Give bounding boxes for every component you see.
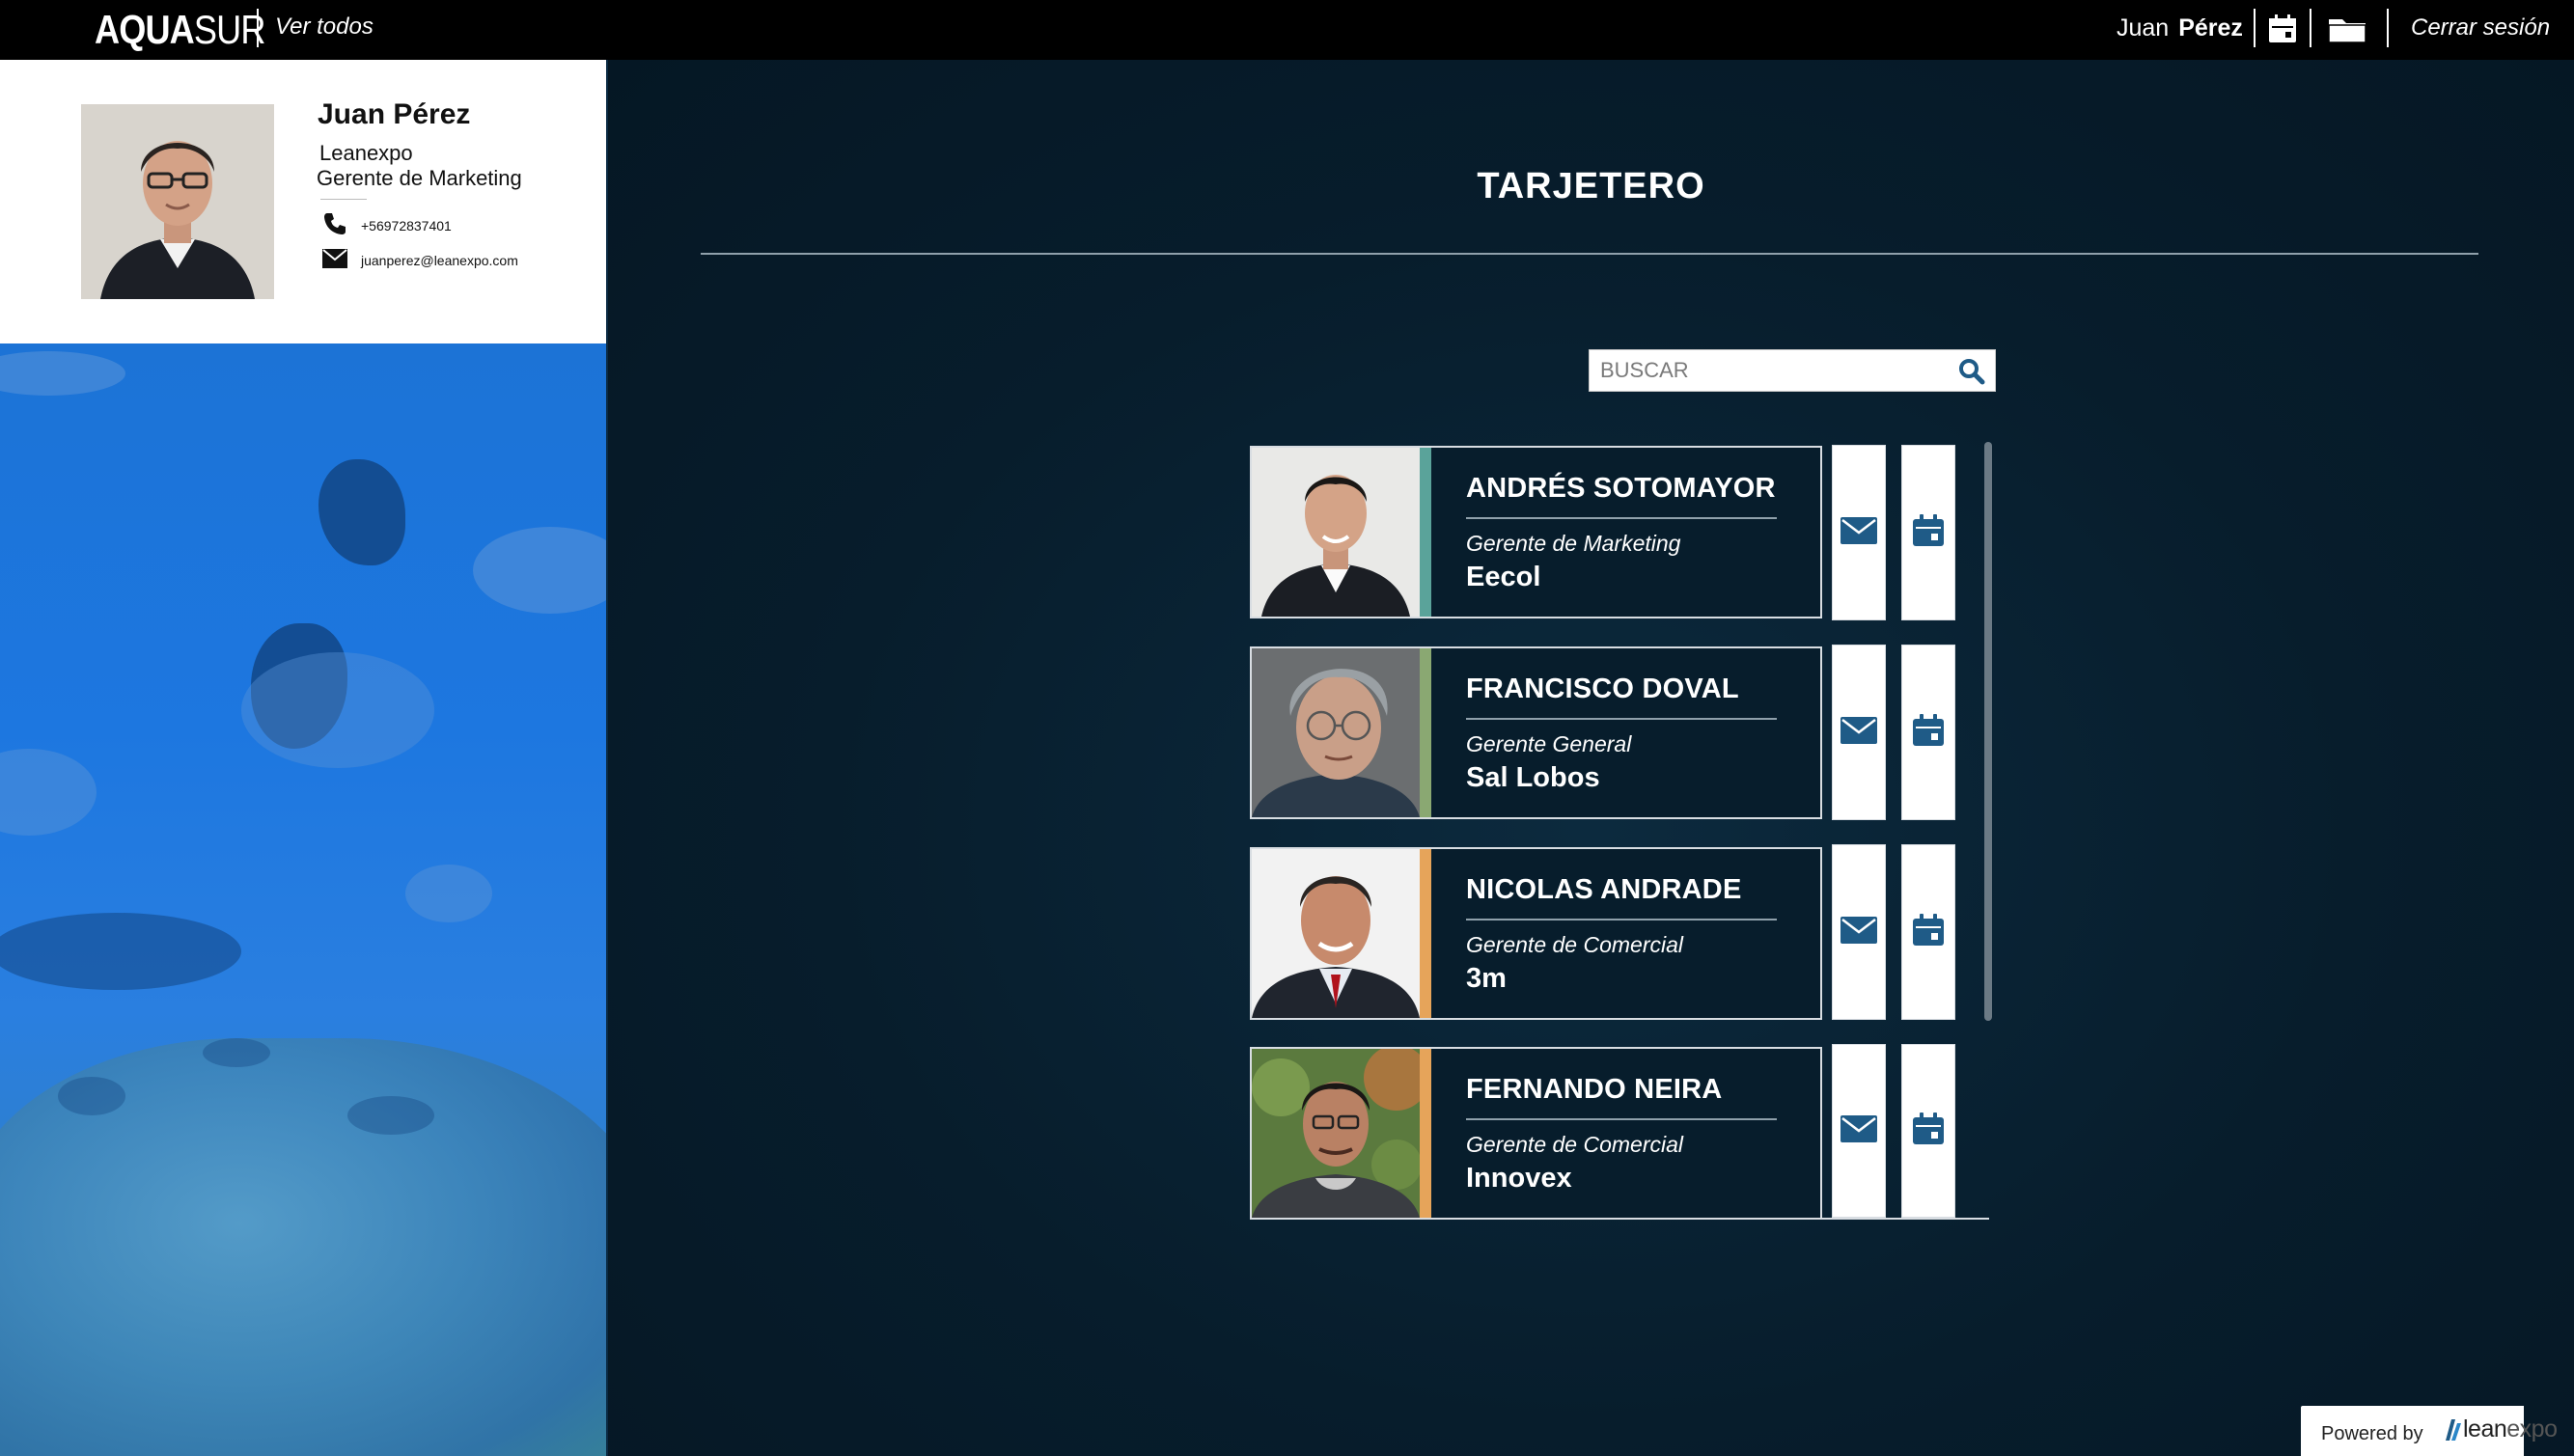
- envelope-icon: [1841, 916, 1877, 948]
- card-accent-bar: [1420, 849, 1431, 1018]
- fish-shape: [241, 652, 434, 768]
- fish-shape: [318, 459, 405, 565]
- schedule-meeting-button[interactable]: [1901, 445, 1955, 620]
- envelope-icon: [1841, 516, 1877, 549]
- calendar-icon[interactable]: [2267, 14, 2298, 49]
- profile-divider: [320, 199, 367, 200]
- phone-number: +56972837401: [361, 217, 452, 234]
- fish-shape: [347, 1096, 434, 1135]
- card-divider: [1466, 517, 1777, 519]
- list-scrollbar[interactable]: [1984, 442, 1992, 1021]
- powered-by-badge[interactable]: Powered by leanexpo: [2301, 1406, 2558, 1456]
- logo-lean: lean: [2463, 1415, 2507, 1442]
- contact-card[interactable]: NICOLAS ANDRADE Gerente de Comercial 3m: [1250, 847, 1822, 1020]
- top-bar: AQUASUR Ver todos Juan Pérez Cerrar sesió…: [0, 0, 2574, 60]
- card-divider: [1466, 718, 1777, 720]
- divider: [2387, 9, 2389, 47]
- phone-icon: [322, 211, 347, 239]
- divider: [2254, 9, 2256, 47]
- contact-name: ANDRÉS SOTOMAYOR: [1466, 473, 1776, 504]
- contact-company: Innovex: [1466, 1163, 1572, 1194]
- contact-photo: [1252, 648, 1420, 817]
- profile-company: Leanexpo: [319, 141, 413, 165]
- contact-role: Gerente General: [1466, 731, 1632, 756]
- title-divider: [701, 253, 2478, 255]
- fish-shape: [0, 749, 97, 836]
- card-divider: [1466, 919, 1777, 920]
- calendar-icon: [1911, 513, 1946, 553]
- send-email-button[interactable]: [1832, 844, 1886, 1020]
- schedule-meeting-button[interactable]: [1901, 844, 1955, 1020]
- logo-expo: expo: [2506, 1415, 2558, 1442]
- envelope-icon: [1841, 716, 1877, 749]
- fish-shape: [0, 351, 125, 396]
- ver-todos-link[interactable]: Ver todos: [275, 14, 374, 41]
- contact-name: FERNANDO NEIRA: [1466, 1074, 1723, 1105]
- user-first-name: Juan: [2117, 14, 2170, 41]
- fish-shape: [203, 1038, 270, 1067]
- contact-company: Sal Lobos: [1466, 762, 1600, 793]
- card-accent-bar: [1420, 1049, 1431, 1218]
- envelope-icon: [322, 249, 347, 271]
- envelope-icon: [1841, 1114, 1877, 1147]
- card-accent-bar: [1420, 648, 1431, 817]
- page-title: TARJETERO: [1477, 166, 1705, 206]
- schedule-meeting-button[interactable]: [1901, 645, 1955, 820]
- calendar-icon: [1911, 713, 1946, 753]
- search-input[interactable]: [1590, 350, 1968, 391]
- contact-role: Gerente de Comercial: [1466, 1132, 1683, 1157]
- fish-shape: [405, 865, 492, 922]
- schedule-meeting-button[interactable]: [1901, 1044, 1955, 1218]
- fish-shape: [473, 527, 606, 614]
- contact-card[interactable]: FRANCISCO DOVAL Gerente General Sal Lobo…: [1250, 646, 1822, 819]
- send-email-button[interactable]: [1832, 1044, 1886, 1218]
- divider: [257, 9, 259, 47]
- logout-link[interactable]: Cerrar sesión: [2411, 14, 2550, 41]
- email-address: juanperez@leanexpo.com: [361, 252, 518, 268]
- contact-photo: [1252, 448, 1420, 617]
- divider: [2310, 9, 2311, 47]
- brand-sur: SUR: [193, 7, 266, 52]
- user-name[interactable]: Juan Pérez: [2117, 14, 2243, 42]
- leanexpo-mark-icon: [2446, 1418, 2461, 1441]
- leanexpo-logo: leanexpo: [2442, 1415, 2558, 1443]
- folder-icon[interactable]: [2327, 14, 2367, 49]
- calendar-icon: [1911, 1112, 1946, 1151]
- send-email-button[interactable]: [1832, 645, 1886, 820]
- brand-aqua: AQUA: [95, 7, 195, 52]
- profile-card: Juan Pérez Leanexpo Gerente de Marketing…: [0, 60, 606, 343]
- phone-row[interactable]: +56972837401: [322, 211, 452, 239]
- contact-card[interactable]: ANDRÉS SOTOMAYOR Gerente de Marketing Ee…: [1250, 446, 1822, 618]
- card-accent-bar: [1420, 448, 1431, 617]
- contact-company: Eecol: [1466, 562, 1541, 592]
- user-last-name: Pérez: [2178, 14, 2243, 41]
- card-divider: [1466, 1118, 1777, 1120]
- contact-role: Gerente de Comercial: [1466, 932, 1683, 957]
- profile-avatar: [81, 104, 274, 299]
- profile-name: Juan Pérez: [318, 98, 471, 130]
- contact-card[interactable]: FERNANDO NEIRA Gerente de Comercial Inno…: [1250, 1047, 1822, 1220]
- calendar-icon: [1911, 913, 1946, 952]
- email-row[interactable]: juanperez@leanexpo.com: [322, 249, 518, 271]
- powered-by-text: Powered by: [2321, 1423, 2423, 1444]
- contact-photo: [1252, 849, 1420, 1018]
- fish-shape: [58, 1077, 125, 1115]
- send-email-button[interactable]: [1832, 445, 1886, 620]
- contact-name: FRANCISCO DOVAL: [1466, 673, 1739, 704]
- aquasur-logo[interactable]: AQUASUR: [95, 8, 265, 52]
- contact-photo: [1252, 1049, 1420, 1218]
- search-icon[interactable]: [1958, 358, 1985, 390]
- profile-role: Gerente de Marketing: [317, 166, 522, 190]
- list-bottom-divider: [1250, 1218, 1989, 1220]
- contact-company: 3m: [1466, 963, 1507, 994]
- contact-name: NICOLAS ANDRADE: [1466, 874, 1742, 905]
- search-box: [1589, 349, 1996, 392]
- underwater-background-image: [0, 343, 606, 1456]
- fish-shape: [0, 913, 241, 990]
- contact-role: Gerente de Marketing: [1466, 531, 1681, 556]
